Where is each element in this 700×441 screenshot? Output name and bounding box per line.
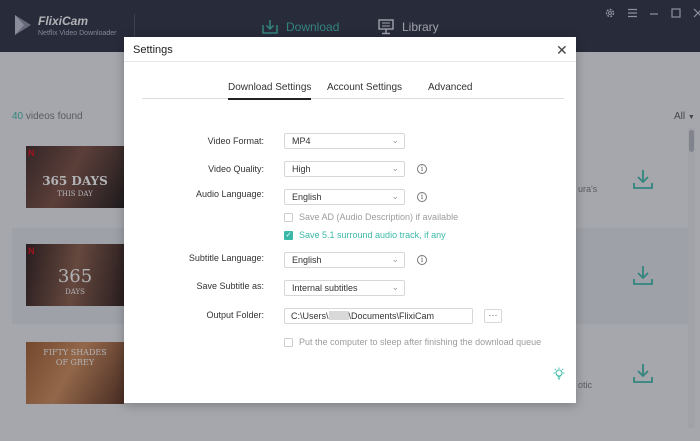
settings-dialog: Settings ✕ Download Settings Account Set…: [124, 37, 576, 403]
subtitle-language-select[interactable]: English ⌄: [284, 252, 405, 268]
chevron-down-icon: ⌄: [391, 191, 399, 201]
info-icon[interactable]: i: [417, 255, 427, 265]
video-quality-value: High: [292, 164, 311, 174]
save-subtitle-value: Internal subtitles: [292, 283, 358, 293]
sleep-label: Put the computer to sleep after finishin…: [299, 337, 542, 347]
save-ad-checkbox[interactable]: [284, 212, 293, 222]
save-51-label: Save 5.1 surround audio track, if any: [299, 230, 446, 240]
browse-folder-button[interactable]: ···: [484, 309, 502, 323]
dialog-divider: [124, 61, 576, 62]
save-ad-option[interactable]: Save AD (Audio Description) if available: [284, 212, 458, 222]
output-folder-field[interactable]: C:\Users\ \Documents\FlixiCam: [284, 308, 473, 324]
save-subtitle-label: Save Subtitle as:: [196, 281, 264, 291]
lightbulb-icon[interactable]: [552, 367, 566, 381]
settings-tabs: Download Settings Account Settings Advan…: [142, 79, 564, 100]
subtitle-language-label: Subtitle Language:: [188, 253, 264, 263]
close-icon[interactable]: ✕: [556, 42, 568, 59]
tab-account-settings[interactable]: Account Settings: [327, 82, 402, 93]
save-51-option[interactable]: ✓ Save 5.1 surround audio track, if any: [284, 230, 446, 240]
save-51-checkbox[interactable]: ✓: [284, 230, 293, 240]
chevron-down-icon: ⌄: [391, 282, 399, 292]
sleep-checkbox[interactable]: [284, 337, 293, 347]
save-ad-label: Save AD (Audio Description) if available: [299, 212, 459, 222]
chevron-down-icon: ⌄: [391, 163, 399, 173]
audio-language-value: English: [292, 192, 322, 202]
info-icon[interactable]: i: [417, 164, 427, 174]
video-format-label: Video Format:: [207, 136, 264, 146]
redacted-username: [328, 311, 349, 320]
video-quality-select[interactable]: High ⌄: [284, 161, 405, 177]
save-subtitle-select[interactable]: Internal subtitles ⌄: [284, 280, 405, 296]
output-folder-label: Output Folder:: [206, 310, 264, 320]
video-quality-label: Video Quality:: [208, 164, 264, 174]
info-icon[interactable]: i: [417, 192, 427, 202]
audio-language-label: Audio Language:: [195, 189, 264, 199]
audio-language-select[interactable]: English ⌄: [284, 189, 405, 205]
dialog-title: Settings: [133, 44, 173, 56]
output-folder-suffix: \Documents\FlixiCam: [348, 311, 435, 321]
video-format-select[interactable]: MP4 ⌄: [284, 133, 405, 149]
subtitle-language-value: English: [292, 255, 322, 265]
chevron-down-icon: ⌄: [391, 254, 399, 264]
output-folder-prefix: C:\Users\: [291, 311, 329, 321]
tab-download-settings[interactable]: Download Settings: [228, 82, 312, 100]
sleep-option[interactable]: Put the computer to sleep after finishin…: [284, 337, 541, 347]
tab-advanced[interactable]: Advanced: [428, 82, 472, 93]
video-format-value: MP4: [292, 136, 311, 146]
chevron-down-icon: ⌄: [391, 135, 399, 145]
